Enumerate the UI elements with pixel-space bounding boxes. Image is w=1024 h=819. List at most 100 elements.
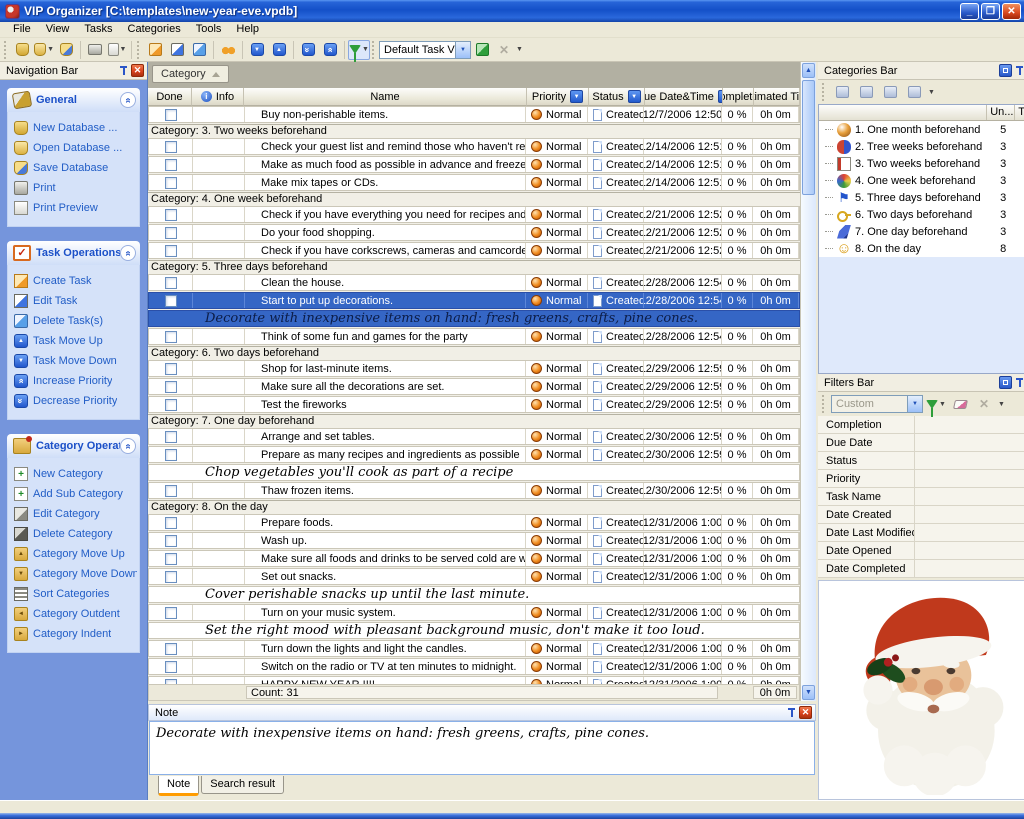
maximize-panel-icon[interactable] [999, 376, 1012, 389]
nav-item[interactable]: Add Sub Category [14, 484, 137, 504]
due-date-cell[interactable]: 12/31/2006 1:00 [644, 533, 722, 548]
priority-cell[interactable]: Normal [526, 175, 588, 190]
done-checkbox[interactable] [165, 643, 177, 655]
create-task-button[interactable] [144, 40, 166, 60]
maximize-panel-icon[interactable] [999, 64, 1012, 77]
category-band-label[interactable]: Category: 4. One week beforehand [151, 193, 800, 205]
table-row[interactable]: Do your food shopping. Normal Created 12… [148, 224, 800, 241]
table-row[interactable]: Chop vegetables you'll cook as part of a… [148, 464, 800, 481]
column-header-estimated-time[interactable]: Estimated Time [754, 88, 800, 106]
nav-item[interactable]: Decrease Priority [14, 391, 137, 411]
priority-cell[interactable]: Normal [526, 225, 588, 240]
category-band-label[interactable]: Category: 7. One day beforehand [151, 415, 800, 427]
status-cell[interactable]: Created [588, 243, 644, 258]
filter-value-cell[interactable] [914, 434, 1024, 451]
name-cell[interactable]: Check if you have corkscrews, cameras an… [245, 243, 526, 258]
nav-item[interactable]: Task Move Up [14, 331, 137, 351]
due-date-cell[interactable]: 12/14/2006 12:51 [644, 139, 722, 154]
tab-search-result[interactable]: Search result [201, 776, 284, 794]
increase-priority-button[interactable] [319, 40, 341, 60]
name-cell[interactable]: Make sure all foods and drinks to be ser… [245, 551, 526, 566]
name-cell[interactable]: Make mix tapes or CDs. [245, 175, 526, 190]
table-row[interactable]: Buy non-perishable items. Normal Created… [148, 106, 800, 123]
toolbar-grip[interactable] [822, 395, 827, 413]
priority-cell[interactable]: Normal [526, 107, 588, 122]
table-row[interactable]: Turn on your music system. Normal Create… [148, 604, 800, 621]
name-cell[interactable]: Check if you have everything you need fo… [245, 207, 526, 222]
nav-item[interactable]: Category Outdent [14, 604, 137, 624]
nav-item[interactable]: Print [14, 178, 137, 198]
category-list-item[interactable]: 8. On the day 8 8 [819, 240, 1024, 257]
done-checkbox[interactable] [165, 245, 177, 257]
pin-icon[interactable] [1014, 65, 1024, 77]
due-date-cell[interactable]: 12/28/2006 12:54 [644, 329, 722, 344]
filter-row[interactable]: Date Created [818, 506, 1024, 524]
task-note-text[interactable]: Set the right mood with pleasant backgro… [149, 623, 799, 638]
filter-row[interactable]: Completion [818, 416, 1024, 434]
table-row[interactable]: Prepare foods. Normal Created 12/31/2006… [148, 514, 800, 531]
name-cell[interactable]: Prepare foods. [245, 515, 526, 530]
priority-cell[interactable]: Normal [526, 533, 588, 548]
status-cell[interactable]: Created [588, 483, 644, 498]
category-band-label[interactable]: Category: 3. Two weeks beforehand [151, 125, 800, 137]
priority-cell[interactable]: Normal [526, 677, 588, 684]
done-checkbox[interactable] [165, 277, 177, 289]
table-row[interactable]: Start to put up decorations. Normal Crea… [148, 292, 800, 309]
collapse-chevron-icon[interactable] [120, 245, 136, 261]
done-checkbox[interactable] [165, 227, 177, 239]
status-cell[interactable]: Created [588, 447, 644, 462]
table-row[interactable]: Clean the house. Normal Created 12/28/20… [148, 274, 800, 291]
done-checkbox[interactable] [165, 571, 177, 583]
status-cell[interactable]: Created [588, 429, 644, 444]
open-database-button[interactable]: ▼ [33, 40, 55, 60]
close-icon[interactable]: ✕ [799, 706, 812, 719]
toolbar-grip[interactable] [372, 41, 377, 59]
filter-value-cell[interactable] [914, 470, 1024, 487]
task-view-combobox[interactable]: Default Task V [379, 41, 471, 59]
column-header-completed[interactable]: Completed [723, 88, 754, 106]
apply-filter-button[interactable]: ▼ [925, 394, 947, 414]
status-cell[interactable]: Created [588, 659, 644, 674]
priority-cell[interactable]: Normal [526, 515, 588, 530]
menu-item[interactable]: Tools [189, 22, 229, 37]
table-row[interactable]: HAPPY NEW YEAR !!!! Normal Created 12/31… [148, 676, 800, 684]
status-cell[interactable]: Created [588, 139, 644, 154]
view-tasks-button[interactable] [217, 40, 239, 60]
name-cell[interactable]: HAPPY NEW YEAR !!!! [245, 677, 526, 684]
priority-cell[interactable]: Normal [526, 379, 588, 394]
status-cell[interactable]: Created [588, 677, 644, 684]
filter-row[interactable]: Date Last Modified [818, 524, 1024, 542]
close-button[interactable]: ✕ [1002, 3, 1021, 20]
status-cell[interactable]: Created [588, 107, 644, 122]
done-checkbox[interactable] [165, 485, 177, 497]
status-cell[interactable]: Created [588, 225, 644, 240]
column-header-done[interactable]: Done [148, 88, 192, 106]
toolbar-grip[interactable] [4, 41, 9, 59]
filter-value-cell[interactable] [914, 560, 1024, 577]
name-cell[interactable]: Thaw frozen items. [245, 483, 526, 498]
filter-dropdown-icon[interactable] [628, 90, 641, 103]
status-cell[interactable]: Created [588, 515, 644, 530]
done-checkbox[interactable] [165, 363, 177, 375]
status-cell[interactable]: Created [588, 361, 644, 376]
collapse-chevron-icon[interactable] [120, 92, 136, 108]
status-cell[interactable]: Created [588, 329, 644, 344]
table-row[interactable]: Category: 7. One day beforehand [148, 414, 800, 427]
scroll-down-arrow[interactable]: ▼ [802, 685, 815, 700]
done-checkbox[interactable] [165, 607, 177, 619]
filter-dropdown-icon[interactable] [570, 90, 583, 103]
status-cell[interactable]: Created [588, 275, 644, 290]
due-date-cell[interactable]: 12/31/2006 1:00 [644, 659, 722, 674]
toolbar-overflow-caret-icon[interactable]: ▼ [928, 89, 935, 96]
pin-icon[interactable] [1014, 377, 1024, 389]
done-checkbox[interactable] [165, 517, 177, 529]
status-cell[interactable]: Created [588, 207, 644, 222]
filter-value-cell[interactable] [914, 506, 1024, 523]
status-cell[interactable]: Created [588, 397, 644, 412]
apply-view-button[interactable] [471, 40, 493, 60]
column-header-unfinished[interactable]: Un... [986, 105, 1014, 120]
table-row[interactable]: Make sure all foods and drinks to be ser… [148, 550, 800, 567]
priority-cell[interactable]: Normal [526, 483, 588, 498]
due-date-cell[interactable]: 12/28/2006 12:54 [644, 275, 722, 290]
table-row[interactable]: Decorate with inexpensive items on hand:… [148, 310, 800, 327]
